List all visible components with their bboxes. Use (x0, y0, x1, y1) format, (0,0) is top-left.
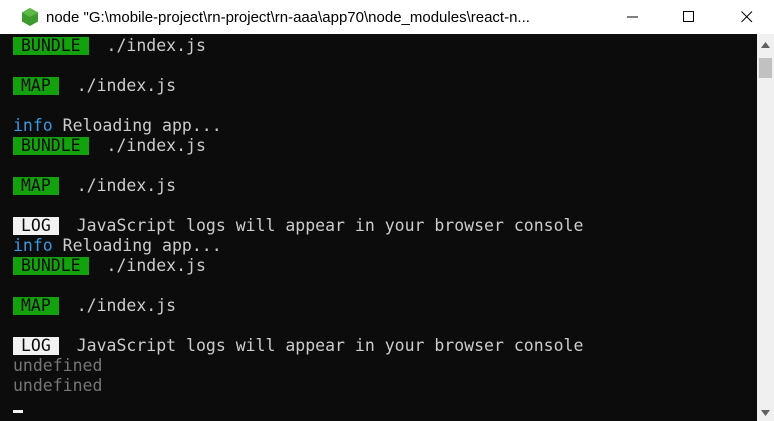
console-undefined-text: undefined (13, 376, 103, 395)
scroll-thumb[interactable] (759, 58, 772, 78)
map-tag: MAP (13, 177, 59, 195)
bundle-tag: BUNDLE (13, 37, 89, 55)
console-line: BUNDLE ./index.js (13, 136, 583, 156)
bundle-tag: BUNDLE (13, 257, 89, 275)
console-line-text: ./index.js (66, 176, 177, 195)
maximize-button[interactable] (666, 0, 712, 34)
scroll-up-arrow-icon (761, 33, 770, 52)
info-prefix: info (13, 236, 53, 255)
scroll-down-arrow-icon (761, 401, 770, 420)
vertical-scrollbar[interactable] (757, 34, 774, 421)
map-tag: MAP (13, 297, 59, 315)
info-prefix: info (13, 116, 53, 135)
scroll-up-button[interactable] (757, 34, 774, 51)
map-tag: MAP (13, 77, 59, 95)
console-undefined-text: undefined (13, 356, 103, 375)
minimize-button[interactable] (610, 0, 656, 34)
window-title: node "G:\mobile-project\rn-project\rn-aa… (46, 8, 530, 26)
console-line: MAP ./index.js (13, 176, 583, 196)
console-line: undefined (13, 376, 583, 396)
close-icon (741, 8, 753, 27)
console-line-text: ./index.js (66, 76, 177, 95)
console-line-text: ./index.js (66, 296, 177, 315)
text-cursor (13, 410, 23, 413)
title-bar[interactable]: node "G:\mobile-project\rn-project\rn-aa… (0, 0, 774, 34)
console-line-text: JavaScript logs will appear in your brow… (66, 336, 584, 355)
console-line: BUNDLE ./index.js (13, 36, 583, 56)
maximize-icon (683, 8, 695, 27)
console-lines: BUNDLE ./index.js MAP ./index.js info Relo… (13, 36, 583, 396)
minimize-icon (627, 8, 639, 27)
console-line: LOG JavaScript logs will appear in your … (13, 336, 583, 356)
console-line-text: ./index.js (96, 36, 206, 55)
console-line: MAP ./index.js (13, 76, 583, 96)
log-tag: LOG (13, 217, 59, 235)
console-line: LOG JavaScript logs will appear in your … (13, 216, 583, 236)
console-line-text: ./index.js (96, 136, 206, 155)
console-line: BUNDLE ./index.js (13, 256, 583, 276)
node-hexagon-icon (22, 8, 38, 26)
console-line: info Reloading app... (13, 236, 583, 256)
console-line: MAP ./index.js (13, 296, 583, 316)
log-tag: LOG (13, 337, 59, 355)
bundle-tag: BUNDLE (13, 137, 89, 155)
scroll-down-button[interactable] (757, 402, 774, 419)
console-line: undefined (13, 356, 583, 376)
console-line-text: Reloading app... (52, 116, 222, 135)
console-line-text: JavaScript logs will appear in your brow… (66, 216, 584, 235)
console-window: node "G:\mobile-project\rn-project\rn-aa… (0, 0, 774, 421)
close-button[interactable] (724, 0, 770, 34)
console-line-text: Reloading app... (52, 236, 222, 255)
console-line: info Reloading app... (13, 116, 583, 136)
console-line-text: ./index.js (96, 256, 206, 275)
console-output[interactable]: BUNDLE ./index.js MAP ./index.js info Relo… (0, 34, 757, 421)
